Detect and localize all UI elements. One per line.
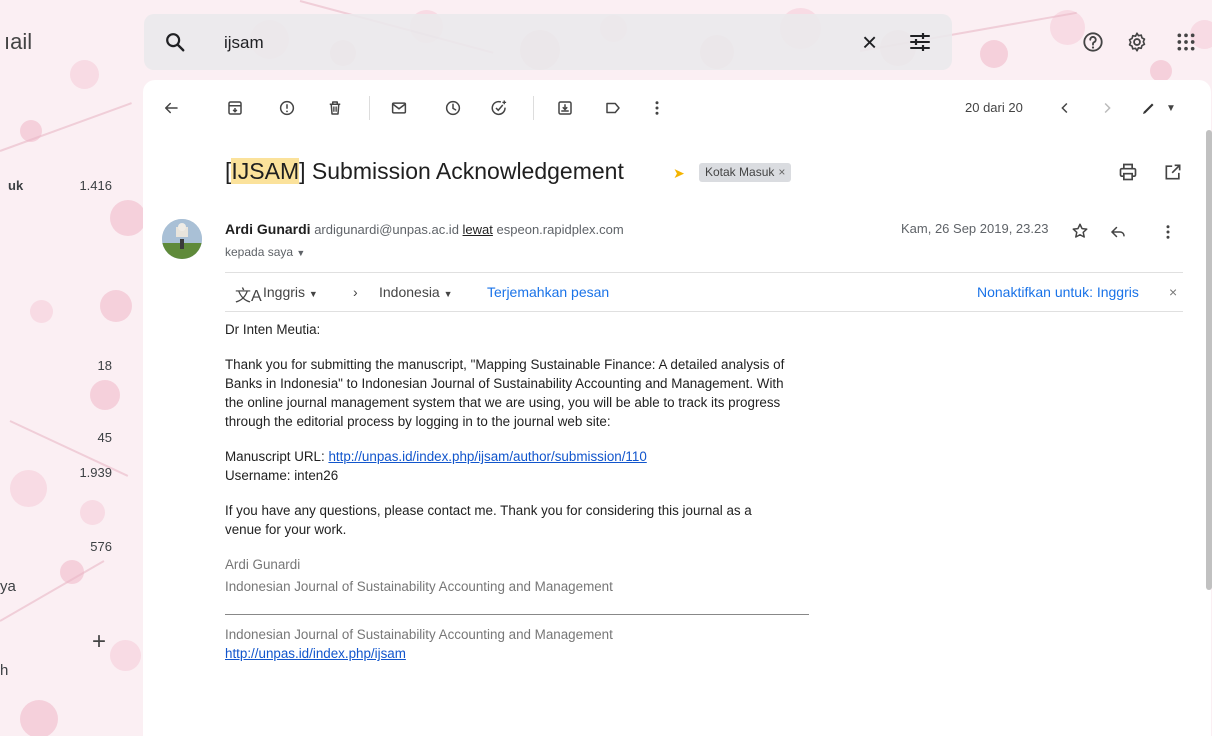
sidebar-item-h[interactable]: h <box>0 662 118 680</box>
sender-email: ardigunardi@unpas.ac.id <box>314 222 459 237</box>
email-toolbar: 20 dari 20 ▼ <box>143 80 1211 136</box>
clear-search-icon[interactable]: × <box>862 29 877 55</box>
search-options-icon[interactable] <box>908 30 932 54</box>
unread-count: 1.416 <box>79 178 112 193</box>
label-chip-inbox[interactable]: Kotak Masuk × <box>699 163 792 182</box>
email-date: Kam, 26 Sep 2019, 23.23 <box>901 221 1049 236</box>
sidebar-item-label: h <box>0 662 9 679</box>
journal-url-link[interactable]: http://unpas.id/index.php/ijsam <box>225 646 406 661</box>
sidebar-item[interactable]: 18 <box>0 358 118 374</box>
back-arrow-icon[interactable] <box>161 98 181 118</box>
sender-line: Ardi Gunardi ardigunardi@unpas.ac.id lew… <box>225 221 624 237</box>
pen-input-tools-icon[interactable] <box>1139 98 1159 118</box>
sender-name[interactable]: Ardi Gunardi <box>225 221 311 237</box>
search-bar: × <box>144 14 952 70</box>
email-subject: [IJSAM] Submission Acknowledgement <box>225 158 624 184</box>
unread-count: 18 <box>97 358 112 373</box>
sidebar-item-ya[interactable]: ya <box>0 578 118 596</box>
label-tag-icon[interactable] <box>603 98 623 118</box>
delete-trash-icon[interactable] <box>325 98 345 118</box>
move-to-icon[interactable] <box>555 98 575 118</box>
unread-count: 45 <box>97 430 112 445</box>
search-input[interactable] <box>222 28 826 58</box>
report-spam-icon[interactable] <box>277 98 297 118</box>
add-label-icon[interactable]: + <box>92 628 106 656</box>
search-highlight: IJSAM <box>231 158 300 184</box>
sender-avatar[interactable] <box>162 219 202 259</box>
disable-translation-link[interactable]: Nonaktifkan untuk: Inggris <box>977 284 1139 300</box>
sidebar-item-label: ya <box>0 578 16 595</box>
footer-journal: Indonesian Journal of Sustainability Acc… <box>225 627 613 642</box>
sidebar-item-label: uk <box>8 178 24 193</box>
important-marker-icon[interactable]: ➤ <box>673 165 685 182</box>
snooze-clock-icon[interactable] <box>443 98 463 118</box>
help-icon[interactable] <box>1082 31 1104 53</box>
recipient-dropdown[interactable]: kepada saya ▼ <box>225 245 305 259</box>
unread-count: 576 <box>90 539 112 554</box>
open-new-window-icon[interactable] <box>1163 162 1183 182</box>
remove-label-icon[interactable]: × <box>778 165 785 179</box>
chevron-down-icon: ▼ <box>443 289 453 299</box>
gmail-logo-fragment: ıail <box>4 29 33 54</box>
email-view: 20 dari 20 ▼ [IJSAM] Submission Acknowle… <box>143 80 1211 736</box>
sidebar-item[interactable]: 576 <box>0 539 118 555</box>
pagination-count: 20 dari 20 <box>965 100 1023 115</box>
via-domain: espeon.rapidplex.com <box>496 222 624 237</box>
add-task-icon[interactable] <box>489 98 509 118</box>
body-paragraph: Thank you for submitting the manuscript,… <box>225 357 785 429</box>
via-link[interactable]: lewat <box>463 222 493 237</box>
translate-message-link[interactable]: Terjemahkan pesan <box>487 284 609 300</box>
email-body: Dr Inten Meutia: Thank you for submittin… <box>225 320 809 663</box>
chevron-down-icon: ▼ <box>296 248 306 258</box>
manuscript-info: Manuscript URL: http://unpas.id/index.ph… <box>225 449 647 483</box>
signature-journal: Indonesian Journal of Sustainability Acc… <box>225 579 613 594</box>
toolbar-divider <box>369 96 370 120</box>
settings-gear-icon[interactable] <box>1126 31 1148 53</box>
target-language-select[interactable]: Indonesia ▼ <box>379 284 453 300</box>
chevron-down-icon[interactable]: ▼ <box>1161 98 1181 118</box>
source-language-select[interactable]: Inggris ▼ <box>263 284 318 300</box>
scrollbar[interactable] <box>1206 130 1212 590</box>
mark-unread-mail-icon[interactable] <box>389 98 409 118</box>
manuscript-url-link[interactable]: http://unpas.id/index.php/ijsam/author/s… <box>328 449 646 464</box>
chevron-right-icon: › <box>353 284 358 300</box>
translate-icon: 文A <box>235 288 262 305</box>
print-icon[interactable] <box>1118 162 1138 182</box>
left-nav: ıail uk 1.416 18 45 1.939 576 ya + h <box>0 0 140 736</box>
more-vertical-icon[interactable] <box>1159 223 1177 241</box>
greeting: Dr Inten Meutia: <box>225 322 321 337</box>
unread-count: 1.939 <box>79 465 112 480</box>
chevron-down-icon: ▼ <box>308 289 318 299</box>
sidebar-item[interactable]: 45 <box>0 430 118 446</box>
chevron-left-icon[interactable] <box>1055 98 1075 118</box>
more-vertical-icon[interactable] <box>647 98 667 118</box>
username-line: Username: inten26 <box>225 468 339 483</box>
chevron-right-icon[interactable] <box>1097 98 1117 118</box>
sidebar-item[interactable]: 1.939 <box>0 465 118 481</box>
apps-grid-icon[interactable] <box>1176 32 1196 52</box>
sidebar-item-inbox[interactable]: uk 1.416 <box>0 178 118 194</box>
body-paragraph: If you have any questions, please contac… <box>225 503 752 537</box>
divider <box>225 614 809 615</box>
archive-icon[interactable] <box>225 98 245 118</box>
reply-icon[interactable] <box>1109 223 1127 241</box>
search-icon[interactable] <box>164 31 186 53</box>
toolbar-divider <box>533 96 534 120</box>
signature: Ardi Gunardi Indonesian Journal of Susta… <box>225 555 809 663</box>
close-icon[interactable]: × <box>1169 284 1177 300</box>
star-icon[interactable] <box>1071 222 1089 240</box>
signature-name: Ardi Gunardi <box>225 557 301 572</box>
translate-bar: 文A Inggris ▼ › Indonesia ▼ Terjemahkan p… <box>225 272 1183 312</box>
